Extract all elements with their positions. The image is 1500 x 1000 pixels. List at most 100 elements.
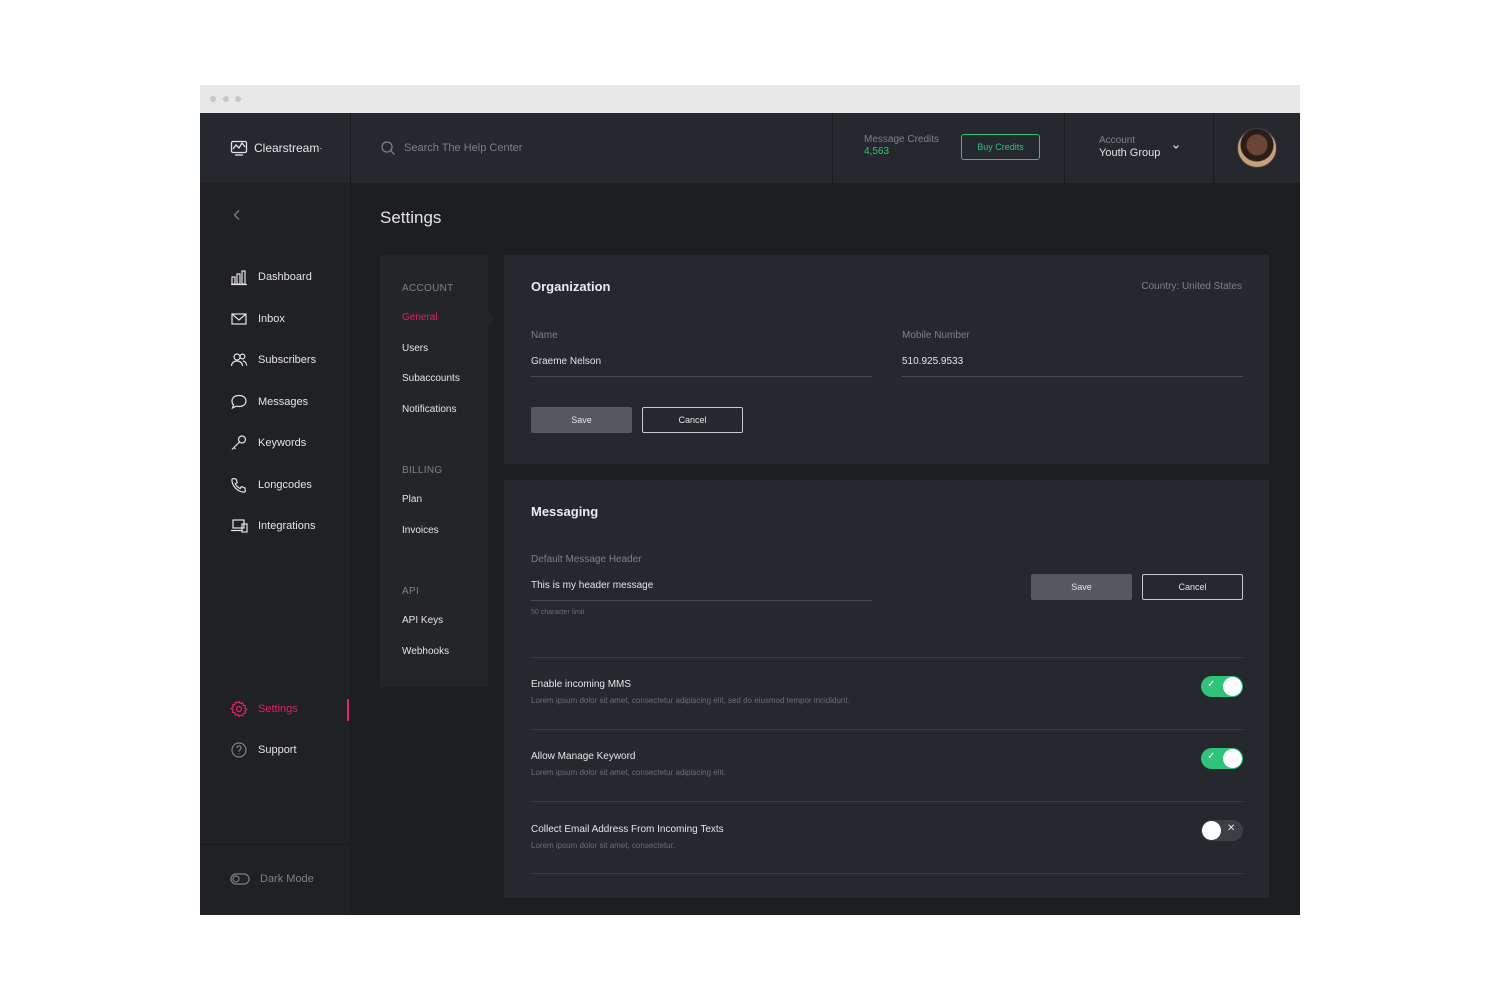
sidebar-item-label: Messages (258, 396, 309, 408)
sidebar-item-inbox[interactable]: Inbox (230, 309, 285, 329)
sidebar-item-label: Inbox (258, 313, 285, 325)
sidebar-item-keywords[interactable]: Keywords (230, 433, 306, 453)
close-icon: ✕ (1227, 823, 1236, 834)
subnav-item-api-keys[interactable]: API Keys (402, 615, 443, 626)
subnav-pointer (488, 311, 495, 327)
messaging-title: Messaging (531, 504, 599, 519)
organization-save-button[interactable]: Save (531, 407, 632, 433)
divider (531, 729, 1243, 730)
account-name: Youth Group (1099, 147, 1161, 159)
sidebar-item-label: Subscribers (258, 354, 317, 366)
sidebar-item-subscribers[interactable]: Subscribers (230, 350, 316, 370)
brand-logo[interactable]: Clearstream · (230, 138, 322, 158)
toggle-knob (1223, 749, 1242, 768)
sidebar-item-label: Settings (258, 703, 298, 715)
divider (1064, 113, 1065, 183)
subnav-item-plan[interactable]: Plan (402, 494, 422, 505)
organization-cancel-button[interactable]: Cancel (642, 407, 743, 433)
sidebar: Dashboard Inbox Subscribers Messages Key… (200, 183, 350, 915)
subnav-heading-account: ACCOUNT (402, 283, 454, 294)
gear-icon (230, 700, 248, 718)
settings-subnav: ACCOUNT General Users Subaccounts Notifi… (380, 255, 495, 687)
window-dot (210, 96, 216, 102)
dark-mode-label: Dark Mode (260, 873, 314, 885)
sidebar-item-label: Integrations (258, 520, 316, 532)
credits-value: 4,563 (864, 146, 890, 157)
sidebar-item-label: Keywords (258, 437, 307, 449)
subnav-item-users[interactable]: Users (402, 343, 428, 354)
country-label: Country: United States (1141, 281, 1242, 292)
toggle-icon (230, 873, 250, 885)
check-icon: ✓ (1207, 679, 1216, 690)
messaging-card: Messaging Default Message Header This is… (504, 480, 1269, 898)
header-underline (531, 600, 872, 601)
organization-title: Organization (531, 279, 611, 294)
user-avatar[interactable] (1237, 128, 1277, 168)
account-switcher[interactable]: Account Youth Group (1099, 135, 1160, 159)
sidebar-item-label: Longcodes (258, 479, 312, 491)
buy-credits-button[interactable]: Buy Credits (961, 134, 1040, 160)
subnav-item-webhooks[interactable]: Webhooks (402, 646, 449, 657)
allow-manage-keyword-toggle[interactable]: ✓ (1201, 748, 1243, 769)
mobile-label: Mobile Number (902, 330, 970, 341)
setting-title: Allow Manage Keyword (531, 751, 636, 762)
window-titlebar (200, 85, 1300, 113)
devices-icon (231, 519, 248, 533)
chart-icon (231, 270, 247, 286)
chevron-down-icon[interactable] (1172, 143, 1180, 151)
phone-icon (231, 477, 247, 493)
setting-title: Collect Email Address From Incoming Text… (531, 824, 724, 835)
sidebar-item-longcodes[interactable]: Longcodes (230, 475, 312, 495)
subnav-heading-api: API (402, 586, 420, 597)
name-underline (531, 376, 872, 377)
divider (531, 873, 1243, 874)
sidebar-item-messages[interactable]: Messages (230, 392, 308, 412)
subnav-item-general[interactable]: General (402, 312, 438, 323)
subnav-item-invoices[interactable]: Invoices (402, 525, 439, 536)
sidebar-item-support[interactable]: Support (230, 740, 297, 760)
key-icon (231, 435, 247, 450)
envelope-icon (231, 313, 247, 325)
toggle-knob (1223, 677, 1242, 696)
messaging-cancel-button[interactable]: Cancel (1142, 574, 1243, 600)
enable-mms-toggle[interactable]: ✓ (1201, 676, 1243, 697)
divider (200, 844, 350, 845)
sidebar-item-label: Dashboard (258, 271, 312, 283)
sidebar-item-integrations[interactable]: Integrations (230, 516, 315, 536)
dark-mode-toggle[interactable]: Dark Mode (230, 869, 314, 889)
toggle-knob (1202, 821, 1221, 840)
help-search[interactable]: Search The Help Center (380, 138, 522, 158)
brand-name: Clearstream (254, 141, 320, 155)
name-field[interactable]: Graeme Nelson (531, 356, 601, 367)
sidebar-item-settings[interactable]: Settings (230, 699, 298, 719)
collect-email-toggle[interactable]: ✕ (1201, 820, 1243, 841)
mobile-field[interactable]: 510.925.9533 (902, 356, 963, 367)
brand-trademark: · (319, 143, 323, 153)
divider (350, 113, 351, 183)
sidebar-item-dashboard[interactable]: Dashboard (230, 267, 312, 287)
messaging-save-button[interactable]: Save (1031, 574, 1132, 600)
mobile-underline (902, 376, 1243, 377)
subnav-item-notifications[interactable]: Notifications (402, 404, 456, 415)
search-icon (381, 141, 395, 155)
divider (832, 113, 833, 183)
search-input[interactable]: Search The Help Center (404, 142, 522, 154)
active-indicator (347, 699, 349, 721)
page-title: Settings (380, 208, 442, 227)
setting-title: Enable incoming MMS (531, 679, 632, 690)
name-label: Name (531, 330, 558, 341)
users-icon (230, 353, 248, 367)
subnav-item-subaccounts[interactable]: Subaccounts (402, 373, 460, 384)
header-label: Default Message Header (531, 554, 642, 565)
chat-icon (231, 394, 247, 410)
organization-card: Organization Country: United States Name… (504, 255, 1269, 464)
account-label: Account (1099, 135, 1136, 146)
divider (531, 657, 1243, 658)
setting-description: Lorem ipsum dolor sit amet, consectetur. (531, 841, 676, 850)
subnav-heading-billing: BILLING (402, 465, 443, 476)
window-dot (223, 96, 229, 102)
header-field[interactable]: This is my header message (531, 580, 653, 591)
top-bar: Clearstream · Search The Help Center Mess… (200, 113, 1300, 183)
chevron-left-icon[interactable] (232, 209, 242, 221)
setting-description: Lorem ipsum dolor sit amet, consectetur … (531, 768, 726, 777)
